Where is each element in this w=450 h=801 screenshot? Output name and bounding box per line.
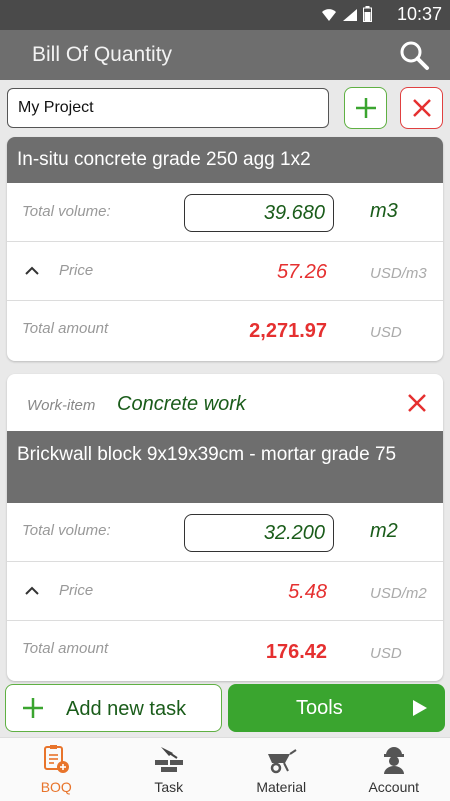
bottom-nav: BOQ Task Material Account [0, 737, 450, 801]
amount-label: Total amount [22, 640, 108, 657]
app-bar: Bill Of Quantity [0, 30, 450, 80]
close-icon [412, 98, 432, 118]
price-unit: USD/m2 [370, 585, 427, 602]
price-unit: USD/m3 [370, 265, 427, 282]
work-item-row[interactable]: Work-item Concrete work [7, 374, 443, 431]
price-value: 57.26 [277, 261, 327, 284]
volume-input[interactable]: 32.200 [184, 514, 334, 552]
wheelbarrow-icon [264, 744, 298, 774]
chevron-up-icon[interactable] [24, 583, 40, 599]
status-time: 10:37 [397, 4, 442, 25]
price-row[interactable]: Price 57.26 USD/m3 [7, 242, 443, 301]
chevron-up-icon[interactable] [24, 263, 40, 279]
amount-row: Total amount 2,271.97 USD [7, 301, 443, 360]
status-icons [321, 6, 372, 22]
amount-unit: USD [370, 645, 402, 662]
price-row[interactable]: Price 5.48 USD/m2 [7, 562, 443, 621]
price-label: Price [59, 582, 93, 599]
amount-value: 2,271.97 [249, 320, 327, 343]
nav-label-material: Material [225, 779, 338, 795]
tools-button[interactable]: Tools [228, 684, 445, 732]
plus-icon [22, 697, 44, 719]
add-new-task-label: Add new task [66, 698, 186, 721]
nav-label-task: Task [113, 779, 226, 795]
plus-icon [355, 97, 377, 119]
worker-helmet-icon [380, 744, 408, 774]
price-value: 5.48 [288, 581, 327, 604]
task-title[interactable]: Brickwall block 9x19x39cm - mortar grade… [7, 431, 443, 503]
close-icon[interactable] [407, 393, 427, 413]
nav-item-account[interactable]: Account [338, 738, 450, 801]
page-title: Bill Of Quantity [32, 43, 172, 67]
amount-row: Total amount 176.42 USD [7, 621, 443, 680]
search-icon[interactable] [398, 39, 430, 71]
work-item-label: Work-item [27, 397, 95, 414]
delete-project-button[interactable] [400, 87, 443, 129]
signal-icon [342, 8, 358, 22]
task-title[interactable]: In-situ concrete grade 250 agg 1x2 [7, 137, 443, 183]
price-label: Price [59, 262, 93, 279]
amount-unit: USD [370, 324, 402, 341]
brick-trowel-icon [153, 744, 185, 774]
project-name-input[interactable]: My Project [7, 88, 329, 128]
wifi-icon [321, 8, 337, 22]
work-item-value: Concrete work [117, 393, 246, 416]
volume-unit: m3 [370, 200, 398, 223]
task-card: In-situ concrete grade 250 agg 1x2 Total… [7, 137, 443, 361]
tools-label: Tools [296, 697, 343, 720]
volume-row: Total volume: 39.680 m3 [7, 183, 443, 242]
nav-item-material[interactable]: Material [225, 738, 338, 801]
status-bar: 10:37 [0, 0, 450, 30]
volume-label: Total volume: [22, 203, 111, 220]
amount-value: 176.42 [266, 641, 327, 664]
volume-unit: m2 [370, 520, 398, 543]
add-new-task-button[interactable]: Add new task [5, 684, 222, 732]
nav-label-boq: BOQ [0, 779, 113, 795]
boq-document-icon [42, 744, 70, 774]
amount-label: Total amount [22, 320, 108, 337]
play-icon [413, 700, 427, 716]
volume-row: Total volume: 32.200 m2 [7, 503, 443, 562]
battery-icon [363, 6, 372, 22]
volume-label: Total volume: [22, 522, 111, 539]
volume-input[interactable]: 39.680 [184, 194, 334, 232]
add-project-button[interactable] [344, 87, 387, 129]
nav-label-account: Account [338, 779, 450, 795]
task-card: Work-item Concrete work Brickwall block … [7, 374, 443, 681]
nav-item-boq[interactable]: BOQ [0, 738, 113, 801]
nav-item-task[interactable]: Task [113, 738, 226, 801]
